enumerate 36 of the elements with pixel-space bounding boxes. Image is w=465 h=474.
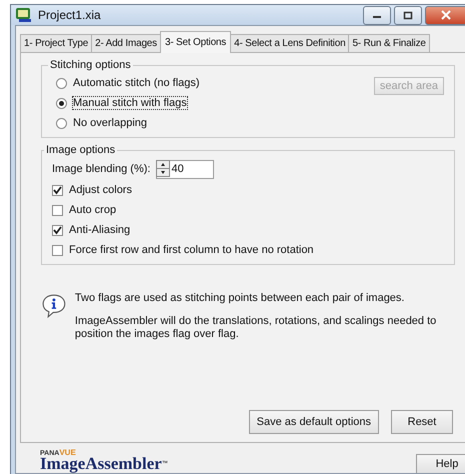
spin-field[interactable]: 40 <box>156 160 214 178</box>
tab[interactable]: 1- Project Type <box>20 34 92 52</box>
info-text: ImageAssembler will do the translations, rotations, and scalings needed to position the images flag over flag. <box>74 315 438 341</box>
field-label: Image blending (%): <box>52 163 150 175</box>
checkbox[interactable] <box>52 244 63 256</box>
save-default-button[interactable]: Save as default options <box>248 410 379 434</box>
info-text: Two flags are used as stitching points between each pair of images. <box>74 292 406 305</box>
minimize-button[interactable] <box>363 6 391 24</box>
radio-button[interactable] <box>56 98 67 108</box>
checkbox-label[interactable]: Anti-Aliasing <box>69 224 130 236</box>
help-button[interactable]: Help <box>416 454 465 473</box>
checkbox[interactable] <box>52 224 63 236</box>
radio-label[interactable]: Manual stitch with flags <box>73 97 187 109</box>
checkbox-label[interactable]: Force first row and first column to have no rotation <box>69 244 314 256</box>
tab[interactable]: 3- Set Options <box>160 31 232 53</box>
spin-arrows-icon[interactable] <box>156 160 170 177</box>
maximize-button[interactable] <box>394 6 422 24</box>
checkbox[interactable] <box>52 204 63 216</box>
reset-button[interactable]: Reset <box>391 410 453 434</box>
checkbox[interactable] <box>52 184 63 196</box>
tab[interactable]: 5- Run & Finalize <box>348 34 430 52</box>
radio-label[interactable]: No overlapping <box>73 117 147 129</box>
radio-label[interactable]: Automatic stitch (no flags) <box>73 77 200 89</box>
radio-button[interactable] <box>56 78 67 88</box>
tab[interactable]: 4- Select a Lens Definition <box>230 34 350 52</box>
window-title: Project1.xia <box>38 8 101 22</box>
maximize-icon[interactable] <box>403 10 413 20</box>
tab[interactable]: 2- Add Images <box>91 34 161 52</box>
group-title: Stitching options <box>49 59 132 71</box>
app-icon <box>15 7 33 23</box>
radio-button[interactable] <box>56 118 67 128</box>
checkbox-label[interactable]: Auto crop <box>69 204 116 216</box>
checkbox-label[interactable]: Adjust colors <box>69 184 132 196</box>
close-icon[interactable] <box>440 10 452 20</box>
close-button[interactable] <box>425 6 465 24</box>
group-title: Image options <box>45 144 116 156</box>
